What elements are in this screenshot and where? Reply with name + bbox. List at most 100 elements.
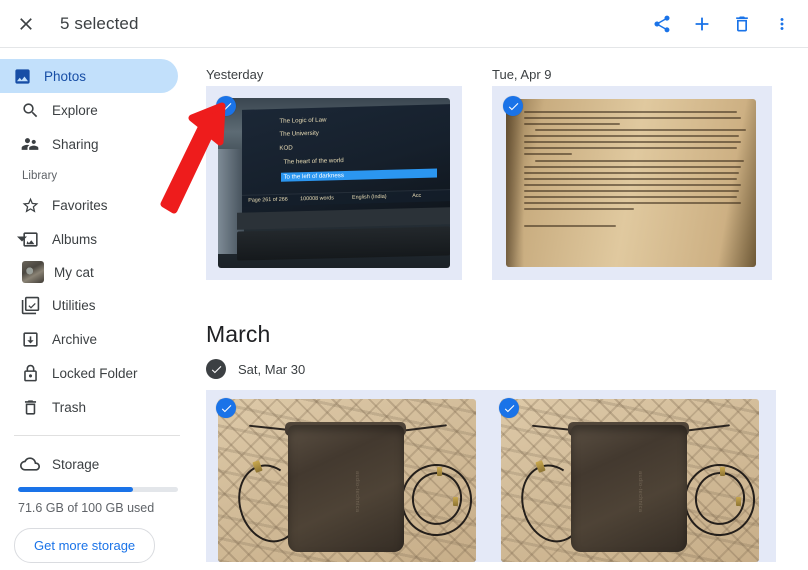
google-photos-window: 5 selected Photos Explore Sharing Librar… xyxy=(0,0,808,570)
status-page: Page 261 of 266 xyxy=(248,196,289,204)
plus-icon xyxy=(695,17,709,31)
date-label-sat-mar-30: Sat, Mar 30 xyxy=(238,361,306,377)
add-to-button[interactable] xyxy=(682,4,722,44)
check-icon xyxy=(508,102,518,110)
sidebar-item-label-trash: Trash xyxy=(52,399,87,415)
monitor-base xyxy=(236,226,450,261)
pouch-brand-logo: audio-technica xyxy=(636,470,643,513)
photo-thumbnail-pouch-1[interactable]: audio-technica xyxy=(218,399,476,562)
audio-jack-1 xyxy=(720,467,726,477)
more-options-button[interactable] xyxy=(762,4,802,44)
photo-content-pouch-with-cables-1: audio-technica xyxy=(218,399,476,562)
close-icon xyxy=(20,17,32,30)
march-photo-row: audio-technica audio-technica xyxy=(206,390,808,562)
check-icon xyxy=(221,102,231,110)
pouch-body: audio-technica xyxy=(287,425,404,553)
selection-checkmark-photo-pouch-1[interactable] xyxy=(216,398,236,418)
monitor-screen: The Logic of Law The University KOD The … xyxy=(242,103,450,217)
book-gutter-shadow xyxy=(506,99,524,267)
book-text-lines xyxy=(523,110,746,255)
check-icon xyxy=(211,365,221,373)
sidebar-item-sharing[interactable]: Sharing xyxy=(8,127,178,161)
selection-app-bar: 5 selected xyxy=(0,0,808,48)
sidebar-item-storage[interactable]: Storage xyxy=(8,447,178,481)
sidebar-item-explore[interactable]: Explore xyxy=(8,93,178,127)
photo-content-open-book-page xyxy=(506,99,756,267)
sidebar-item-label-locked-folder: Locked Folder xyxy=(52,365,138,381)
status-language: English (India) xyxy=(352,193,387,201)
utilities-icon xyxy=(8,296,52,315)
status-words: 100008 words xyxy=(300,195,335,202)
sidebar-item-archive[interactable]: Archive xyxy=(8,322,178,356)
screen-line-3: KOD xyxy=(279,144,294,152)
storage-usage-label: 71.6 GB of 100 GB used xyxy=(18,501,155,515)
selection-checkmark-photo-monitor[interactable] xyxy=(216,96,236,116)
date-label-yesterday: Yesterday xyxy=(206,67,264,82)
storage-progress-fill xyxy=(18,487,133,492)
photo-cell-pouch-2[interactable]: audio-technica xyxy=(488,390,776,562)
screen-line-4: The heart of the world xyxy=(283,156,345,166)
sidebar-item-label-archive: Archive xyxy=(52,331,98,347)
sidebar-item-album-my-cat[interactable]: My cat xyxy=(8,256,178,288)
delete-button[interactable] xyxy=(722,4,762,44)
date-label-tue-apr-9: Tue, Apr 9 xyxy=(492,67,552,82)
photo-cell-monitor[interactable]: The Logic of Law The University KOD The … xyxy=(206,86,462,280)
drawstring-right xyxy=(684,423,731,432)
app-bar-actions xyxy=(642,4,802,44)
march-section: March Sat, Mar 30 audio-technica audio-t… xyxy=(196,321,808,562)
audio-jack-2 xyxy=(735,496,741,506)
chevron-down-icon[interactable] xyxy=(16,233,28,245)
check-icon xyxy=(504,404,514,412)
sidebar-item-utilities[interactable]: Utilities xyxy=(8,288,178,322)
albums-icon xyxy=(8,230,52,249)
storage-progress-bar xyxy=(18,487,178,492)
close-selection-button[interactable] xyxy=(6,4,46,44)
archive-icon xyxy=(8,330,52,349)
month-heading-march: March xyxy=(206,321,271,347)
screen-line-1: The Logic of Law xyxy=(279,115,327,124)
sidebar-item-favorites[interactable]: Favorites xyxy=(8,188,178,222)
day-header-sat-mar-30: Sat, Mar 30 xyxy=(206,358,808,380)
photo-cell-book[interactable] xyxy=(492,86,772,280)
selection-checkmark-photo-pouch-2[interactable] xyxy=(499,398,519,418)
status-accessibility: Acc xyxy=(412,192,422,199)
album-thumbnail-my-cat xyxy=(22,261,44,283)
screen-line-highlighted: To the left of darkness xyxy=(281,168,438,182)
trash-icon xyxy=(736,16,748,32)
pouch-body: audio-technica xyxy=(570,425,687,553)
photo-content-pouch-with-cables-2: audio-technica xyxy=(501,399,759,562)
more-vert-icon xyxy=(780,18,784,30)
get-more-storage-button[interactable]: Get more storage xyxy=(14,528,156,563)
photo-cell-pouch-1[interactable]: audio-technica xyxy=(206,390,488,562)
photo-icon xyxy=(0,67,44,86)
photo-thumbnail-monitor[interactable]: The Logic of Law The University KOD The … xyxy=(218,98,450,268)
navigation-sidebar: Photos Explore Sharing Library Favorites… xyxy=(0,49,196,570)
search-icon xyxy=(8,101,52,120)
drawstring-right xyxy=(401,423,448,432)
sidebar-item-trash[interactable]: Trash xyxy=(8,390,178,424)
sidebar-item-label-storage: Storage xyxy=(52,456,100,472)
sidebar-item-photos[interactable]: Photos xyxy=(0,59,178,93)
sidebar-item-label-albums: Albums xyxy=(52,231,98,247)
group-selection-checkmark-sat-mar-30[interactable] xyxy=(206,359,226,379)
sidebar-item-label-utilities: Utilities xyxy=(52,297,96,313)
pouch-brand-logo: audio-technica xyxy=(353,470,360,513)
audio-jack-1 xyxy=(437,467,443,477)
sidebar-item-albums[interactable]: Albums xyxy=(8,222,178,256)
lock-icon xyxy=(8,364,52,383)
sidebar-item-locked-folder[interactable]: Locked Folder xyxy=(8,356,178,390)
sidebar-section-library: Library xyxy=(22,170,58,182)
sidebar-item-label-sharing: Sharing xyxy=(52,136,99,152)
photo-grid-area: Yesterday Tue, Apr 9 The Logic of Law Th… xyxy=(196,49,808,570)
people-icon xyxy=(8,134,52,154)
sidebar-item-label-photos: Photos xyxy=(44,68,87,84)
selection-checkmark-photo-book[interactable] xyxy=(503,96,523,116)
share-button[interactable] xyxy=(642,4,682,44)
share-icon xyxy=(654,15,670,33)
photo-thumbnail-pouch-2[interactable]: audio-technica xyxy=(501,399,759,562)
check-icon xyxy=(221,404,231,412)
photo-thumbnail-book[interactable] xyxy=(506,99,756,267)
star-icon xyxy=(8,196,52,215)
sidebar-divider xyxy=(14,435,180,436)
screen-status-bar: Page 261 of 266 100008 words English (In… xyxy=(242,188,450,207)
